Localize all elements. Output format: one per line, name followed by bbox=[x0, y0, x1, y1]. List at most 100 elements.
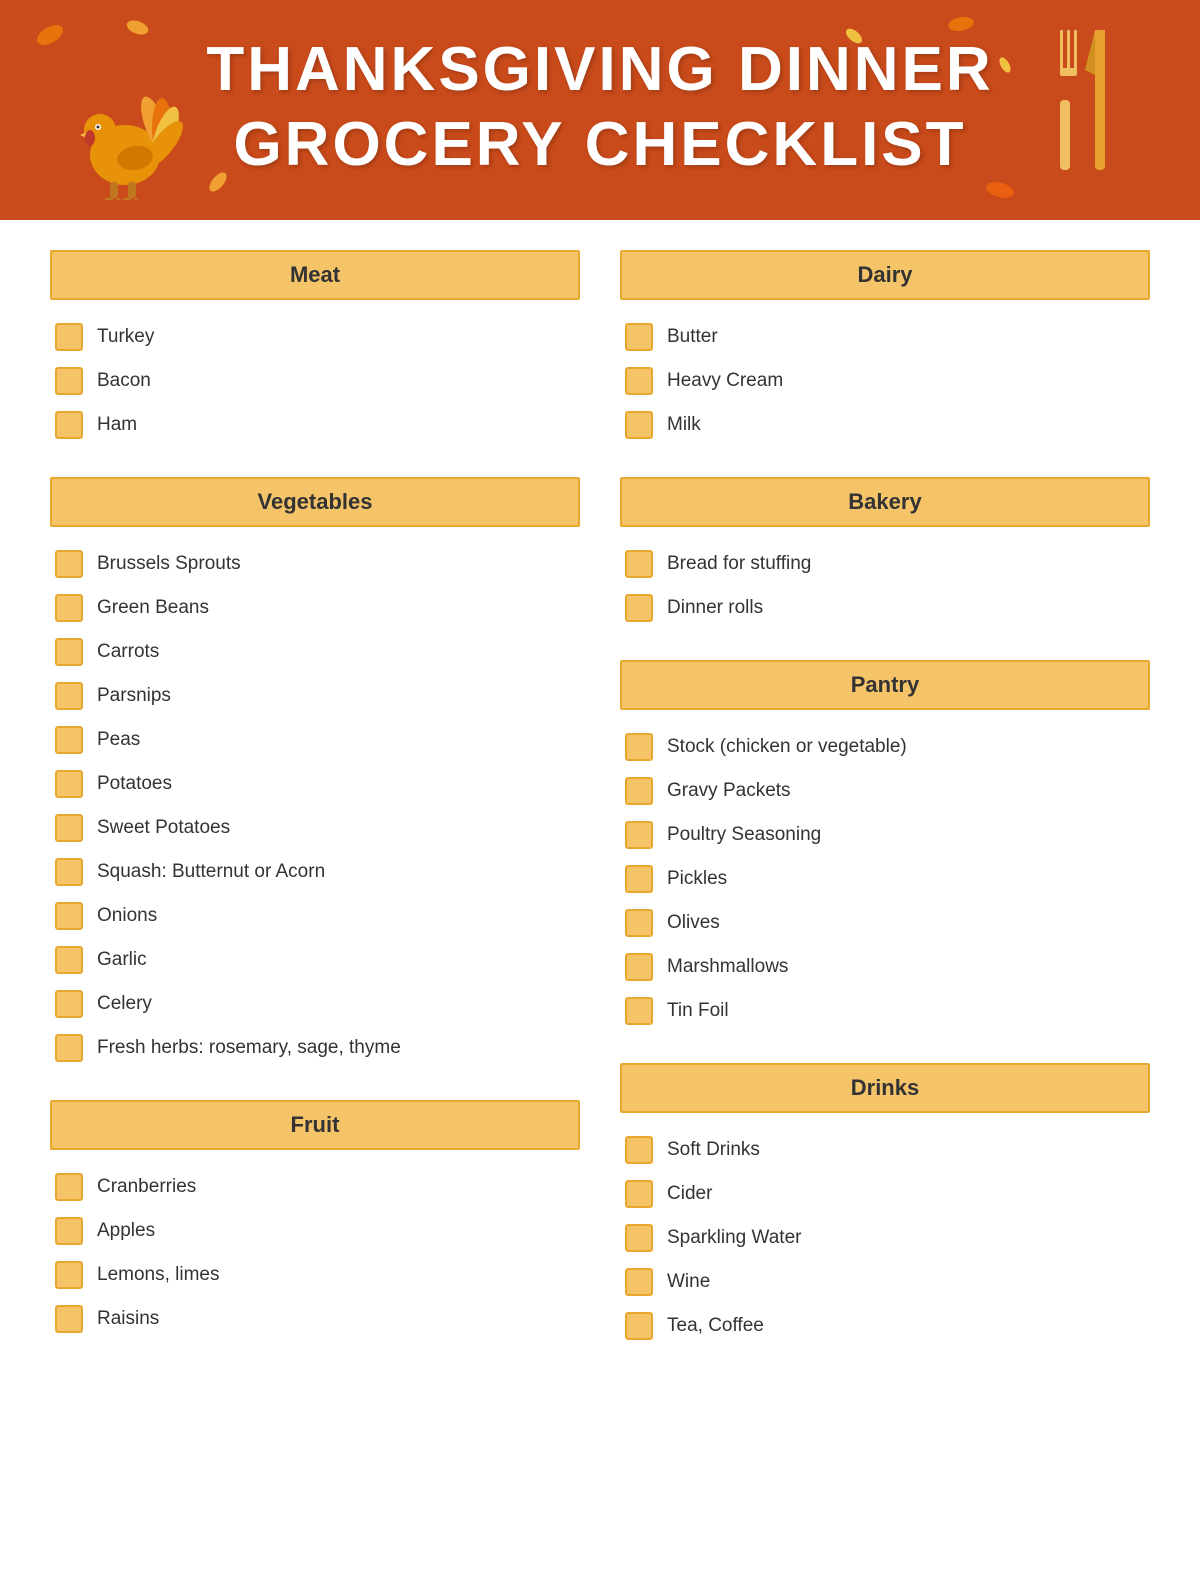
checkbox[interactable] bbox=[55, 323, 83, 351]
title-line2: GROCERY CHECKLIST bbox=[233, 110, 966, 179]
list-item[interactable]: Carrots bbox=[50, 630, 580, 674]
meat-list: Turkey Bacon Ham bbox=[50, 315, 580, 447]
checkbox[interactable] bbox=[625, 1268, 653, 1296]
list-item[interactable]: Onions bbox=[50, 894, 580, 938]
dairy-header: Dairy bbox=[620, 250, 1150, 300]
list-item[interactable]: Celery bbox=[50, 982, 580, 1026]
checkbox[interactable] bbox=[625, 997, 653, 1025]
left-column: Meat Turkey Bacon Ham Vegetable bbox=[50, 250, 580, 1378]
list-item[interactable]: Sparkling Water bbox=[620, 1216, 1150, 1260]
checkbox[interactable] bbox=[55, 594, 83, 622]
checkbox[interactable] bbox=[625, 367, 653, 395]
dairy-title: Dairy bbox=[642, 262, 1128, 288]
checkbox[interactable] bbox=[625, 1180, 653, 1208]
meat-section: Meat Turkey Bacon Ham bbox=[50, 250, 580, 447]
bakery-title: Bakery bbox=[642, 489, 1128, 515]
list-item[interactable]: Green Beans bbox=[50, 586, 580, 630]
checkbox[interactable] bbox=[625, 953, 653, 981]
list-item[interactable]: Wine bbox=[620, 1260, 1150, 1304]
pantry-title: Pantry bbox=[642, 672, 1128, 698]
checkbox[interactable] bbox=[55, 411, 83, 439]
list-item[interactable]: Lemons, limes bbox=[50, 1253, 580, 1297]
vegetables-section: Vegetables Brussels Sprouts Green Beans … bbox=[50, 477, 580, 1070]
cutlery-icon bbox=[1040, 20, 1140, 180]
checkbox[interactable] bbox=[55, 770, 83, 798]
list-item[interactable]: Parsnips bbox=[50, 674, 580, 718]
list-item[interactable]: Bread for stuffing bbox=[620, 542, 1150, 586]
checkbox[interactable] bbox=[625, 733, 653, 761]
checkbox[interactable] bbox=[55, 1261, 83, 1289]
vegetables-list: Brussels Sprouts Green Beans Carrots Par… bbox=[50, 542, 580, 1070]
list-item[interactable]: Sweet Potatoes bbox=[50, 806, 580, 850]
fruit-list: Cranberries Apples Lemons, limes Raisins bbox=[50, 1165, 580, 1341]
checkbox[interactable] bbox=[625, 1224, 653, 1252]
checkbox[interactable] bbox=[625, 594, 653, 622]
vegetables-title: Vegetables bbox=[72, 489, 558, 515]
checkbox[interactable] bbox=[55, 550, 83, 578]
list-item[interactable]: Brussels Sprouts bbox=[50, 542, 580, 586]
checkbox[interactable] bbox=[625, 865, 653, 893]
checkbox[interactable] bbox=[55, 367, 83, 395]
list-item[interactable]: Raisins bbox=[50, 1297, 580, 1341]
checkbox[interactable] bbox=[55, 1034, 83, 1062]
title-line1: THANKSGIVING DINNER bbox=[206, 35, 993, 104]
turkey-icon bbox=[60, 70, 190, 200]
list-item[interactable]: Milk bbox=[620, 403, 1150, 447]
bakery-section: Bakery Bread for stuffing Dinner rolls bbox=[620, 477, 1150, 630]
checkbox[interactable] bbox=[55, 682, 83, 710]
list-item[interactable]: Potatoes bbox=[50, 762, 580, 806]
leaf-icon bbox=[990, 50, 1020, 80]
list-item[interactable]: Turkey bbox=[50, 315, 580, 359]
checkbox[interactable] bbox=[55, 946, 83, 974]
checkbox[interactable] bbox=[625, 411, 653, 439]
fruit-header: Fruit bbox=[50, 1100, 580, 1150]
dairy-list: Butter Heavy Cream Milk bbox=[620, 315, 1150, 447]
list-item[interactable]: Pickles bbox=[620, 857, 1150, 901]
list-item[interactable]: Soft Drinks bbox=[620, 1128, 1150, 1172]
list-item[interactable]: Stock (chicken or vegetable) bbox=[620, 725, 1150, 769]
leaf-icon bbox=[30, 15, 70, 55]
checkbox[interactable] bbox=[55, 1173, 83, 1201]
list-item[interactable]: Dinner rolls bbox=[620, 586, 1150, 630]
checkbox[interactable] bbox=[55, 902, 83, 930]
list-item[interactable]: Squash: Butternut or Acorn bbox=[50, 850, 580, 894]
list-item[interactable]: Poultry Seasoning bbox=[620, 813, 1150, 857]
checkbox[interactable] bbox=[55, 638, 83, 666]
list-item[interactable]: Tea, Coffee bbox=[620, 1304, 1150, 1348]
checkbox[interactable] bbox=[625, 550, 653, 578]
list-item[interactable]: Heavy Cream bbox=[620, 359, 1150, 403]
page-header: THANKSGIVING DINNER GROCERY CHECKLIST bbox=[0, 0, 1200, 220]
vegetables-header: Vegetables bbox=[50, 477, 580, 527]
pantry-list: Stock (chicken or vegetable) Gravy Packe… bbox=[620, 725, 1150, 1033]
checkbox[interactable] bbox=[625, 1312, 653, 1340]
list-item[interactable]: Ham bbox=[50, 403, 580, 447]
list-item[interactable]: Olives bbox=[620, 901, 1150, 945]
list-item[interactable]: Fresh herbs: rosemary, sage, thyme bbox=[50, 1026, 580, 1070]
checkbox[interactable] bbox=[55, 858, 83, 886]
list-item[interactable]: Bacon bbox=[50, 359, 580, 403]
checkbox[interactable] bbox=[55, 1305, 83, 1333]
list-item[interactable]: Cider bbox=[620, 1172, 1150, 1216]
header-title: THANKSGIVING DINNER GROCERY CHECKLIST bbox=[206, 33, 993, 182]
fruit-section: Fruit Cranberries Apples Lemons, limes R… bbox=[50, 1100, 580, 1341]
checkbox[interactable] bbox=[625, 821, 653, 849]
checkbox[interactable] bbox=[55, 990, 83, 1018]
list-item[interactable]: Cranberries bbox=[50, 1165, 580, 1209]
list-item[interactable]: Tin Foil bbox=[620, 989, 1150, 1033]
checkbox[interactable] bbox=[625, 323, 653, 351]
checkbox[interactable] bbox=[55, 814, 83, 842]
checkbox[interactable] bbox=[625, 1136, 653, 1164]
list-item[interactable]: Garlic bbox=[50, 938, 580, 982]
meat-header: Meat bbox=[50, 250, 580, 300]
checkbox[interactable] bbox=[625, 909, 653, 937]
checkbox[interactable] bbox=[625, 777, 653, 805]
list-item[interactable]: Butter bbox=[620, 315, 1150, 359]
list-item[interactable]: Apples bbox=[50, 1209, 580, 1253]
list-item[interactable]: Gravy Packets bbox=[620, 769, 1150, 813]
list-item[interactable]: Peas bbox=[50, 718, 580, 762]
right-column: Dairy Butter Heavy Cream Milk Bakery Bre… bbox=[620, 250, 1150, 1378]
meat-title: Meat bbox=[72, 262, 558, 288]
list-item[interactable]: Marshmallows bbox=[620, 945, 1150, 989]
checkbox[interactable] bbox=[55, 726, 83, 754]
checkbox[interactable] bbox=[55, 1217, 83, 1245]
